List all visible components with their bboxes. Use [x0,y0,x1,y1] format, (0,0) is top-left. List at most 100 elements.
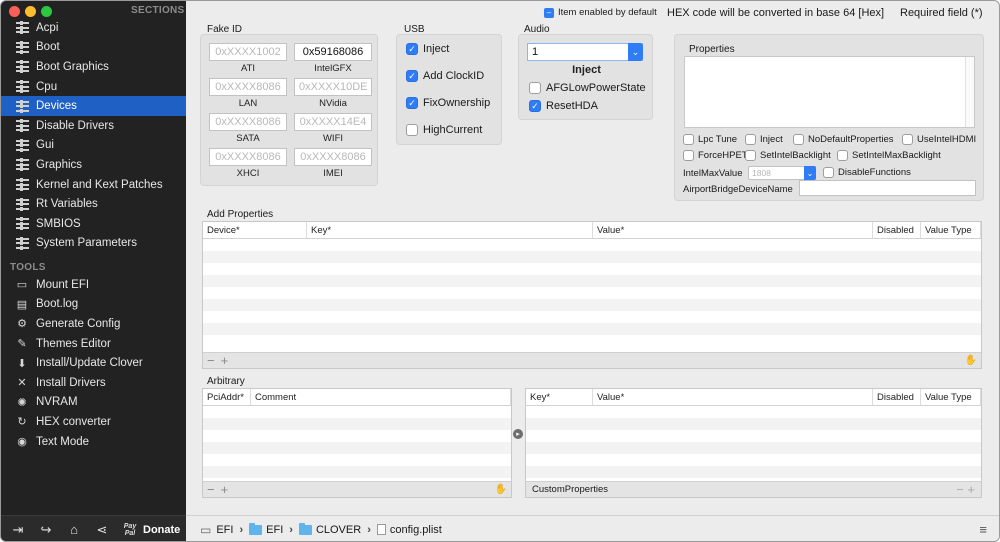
table-row[interactable] [526,442,981,454]
path-segment[interactable]: CLOVER [298,522,361,536]
table-row[interactable] [203,323,981,335]
audio-resethda-checkbox[interactable]: ✓ ResetHDA [529,100,598,112]
sidebar-item-cpu[interactable]: Cpu [1,77,186,97]
table-row[interactable] [203,454,511,466]
sidebar-item-boot-log[interactable]: ▤ Boot.log [1,295,186,315]
usb-inject-checkbox[interactable]: ✓ Inject [406,43,449,55]
fake-id-nvidia-field[interactable]: 0xXXXX10DE [294,78,372,96]
table-row[interactable] [203,275,981,287]
remove-row-button[interactable]: − [207,482,215,497]
chevron-down-icon[interactable]: ⌄ [628,43,643,61]
share-icon[interactable]: ⋖ [91,520,113,540]
usb-highcurrent-checkbox[interactable]: HighCurrent [406,124,482,136]
chevron-down-icon[interactable]: ⌄ [804,166,816,180]
table-row[interactable] [203,287,981,299]
prop-inject-checkbox[interactable]: Inject [745,134,783,145]
column-header[interactable]: Device* [203,222,307,238]
usb-fixownership-checkbox[interactable]: ✓ FixOwnership [406,97,490,109]
fake-id-lan-field[interactable]: 0xXXXX8086 [209,78,287,96]
sidebar-item-install-drivers[interactable]: ✕ Install Drivers [1,373,186,393]
fake-id-imei-field[interactable]: 0xXXXX8086 [294,148,372,166]
prop-useintelhdmi-checkbox[interactable]: UseIntelHDMI [902,134,976,145]
menu-icon[interactable]: ≡ [979,522,987,537]
sidebar-item-kernel-and-kext-patches[interactable]: Kernel and Kext Patches [1,175,186,195]
table-row[interactable] [203,299,981,311]
add-row-button[interactable]: + [221,353,229,368]
path-segment[interactable]: EFI [216,524,233,536]
fake-id-intelgfx-field[interactable]: 0x59168086 [294,43,372,61]
properties-textarea[interactable] [684,56,975,128]
remove-row-button[interactable]: − [207,353,215,368]
fake-id-xhci-field[interactable]: 0xXXXX8086 [209,148,287,166]
sidebar-item-install-update-clover[interactable]: ⬇ Install/Update Clover [1,353,186,373]
intel-max-select[interactable]: 1808 ⌄ [748,166,816,180]
export-icon[interactable]: ↪ [35,520,57,540]
column-header[interactable]: Disabled [873,222,921,238]
prop-setintelbacklight-checkbox[interactable]: SetIntelBacklight [745,150,831,161]
airport-bridge-field[interactable] [799,180,976,196]
donate-button[interactable]: Pay Pal Donate [121,523,181,537]
path-segment[interactable]: config.plist [376,524,442,536]
sidebar-item-disable-drivers[interactable]: Disable Drivers [1,116,186,136]
fake-id-ati-field[interactable]: 0xXXXX1002 [209,43,287,61]
prop-forcehpet-checkbox[interactable]: ForceHPET [683,150,748,161]
hand-icon[interactable]: ✋ [495,484,507,495]
sidebar-item-text-mode[interactable]: ◉ Text Mode [1,432,186,452]
sidebar-item-rt-variables[interactable]: Rt Variables [1,194,186,214]
table-row[interactable] [203,335,981,347]
column-header[interactable]: Disabled [873,389,921,405]
table-row[interactable] [526,430,981,442]
table-row[interactable] [526,418,981,430]
arrow-right-icon[interactable]: ▸ [513,429,523,439]
sidebar-item-acpi[interactable]: Acpi [1,18,186,38]
close-window-button[interactable] [9,6,20,17]
minimize-window-button[interactable] [25,6,36,17]
table-row[interactable] [203,251,981,263]
prop-lpc-tune-checkbox[interactable]: Lpc Tune [683,134,737,145]
table-row[interactable] [203,406,511,418]
column-header[interactable]: Value Type [921,389,981,405]
scrollbar[interactable] [965,57,974,127]
sidebar-item-nvram[interactable]: ✺ NVRAM [1,393,186,413]
disable-functions-checkbox[interactable]: DisableFunctions [823,167,911,178]
sidebar-item-hex-converter[interactable]: ↻ HEX converter [1,412,186,432]
path-segment[interactable]: EFI [249,522,283,536]
column-header[interactable]: Value* [593,389,873,405]
fake-id-wifi-field[interactable]: 0xXXXX14E4 [294,113,372,131]
sidebar-item-gui[interactable]: Gui [1,136,186,156]
add-row-button[interactable]: + [221,482,229,497]
column-header[interactable]: Key* [526,389,593,405]
table-row[interactable] [203,311,981,323]
sidebar-item-devices[interactable]: Devices [1,96,186,116]
column-header[interactable]: PciAddr* [203,389,251,405]
audio-afglowpowerstate-checkbox[interactable]: AFGLowPowerState [529,82,646,94]
zoom-window-button[interactable] [41,6,52,17]
audio-inject-select[interactable]: 1 ⌄ [527,43,643,61]
sidebar-item-smbios[interactable]: SMBIOS [1,214,186,234]
column-header[interactable]: Key* [307,222,593,238]
prop-nodefaultproperties-checkbox[interactable]: NoDefaultProperties [793,134,894,145]
sidebar-item-themes-editor[interactable]: ✎ Themes Editor [1,334,186,354]
sidebar-item-graphics[interactable]: Graphics [1,155,186,175]
table-row[interactable] [526,466,981,478]
sidebar-item-boot[interactable]: Boot [1,38,186,58]
sidebar-item-boot-graphics[interactable]: Boot Graphics [1,57,186,77]
prop-setintelmaxbacklight-checkbox[interactable]: SetIntelMaxBacklight [837,150,941,161]
column-header[interactable]: Value Type [921,222,981,238]
table-row[interactable] [526,454,981,466]
column-header[interactable]: Value* [593,222,873,238]
table-row[interactable] [203,263,981,275]
table-row[interactable] [526,406,981,418]
column-header[interactable]: Comment [251,389,511,405]
remove-add-buttons[interactable]: − + [956,482,975,497]
import-icon[interactable]: ⇥ [7,520,29,540]
usb-add-clockid-checkbox[interactable]: ✓ Add ClockID [406,70,484,82]
sidebar-item-system-parameters[interactable]: System Parameters [1,234,186,254]
table-row[interactable] [203,239,981,251]
sidebar-item-mount-efi[interactable]: ▭ Mount EFI [1,275,186,295]
sidebar-item-generate-config[interactable]: ⚙ Generate Config [1,314,186,334]
table-row[interactable] [203,466,511,478]
home-icon[interactable]: ⌂ [63,520,85,540]
table-row[interactable] [203,430,511,442]
table-row[interactable] [203,418,511,430]
